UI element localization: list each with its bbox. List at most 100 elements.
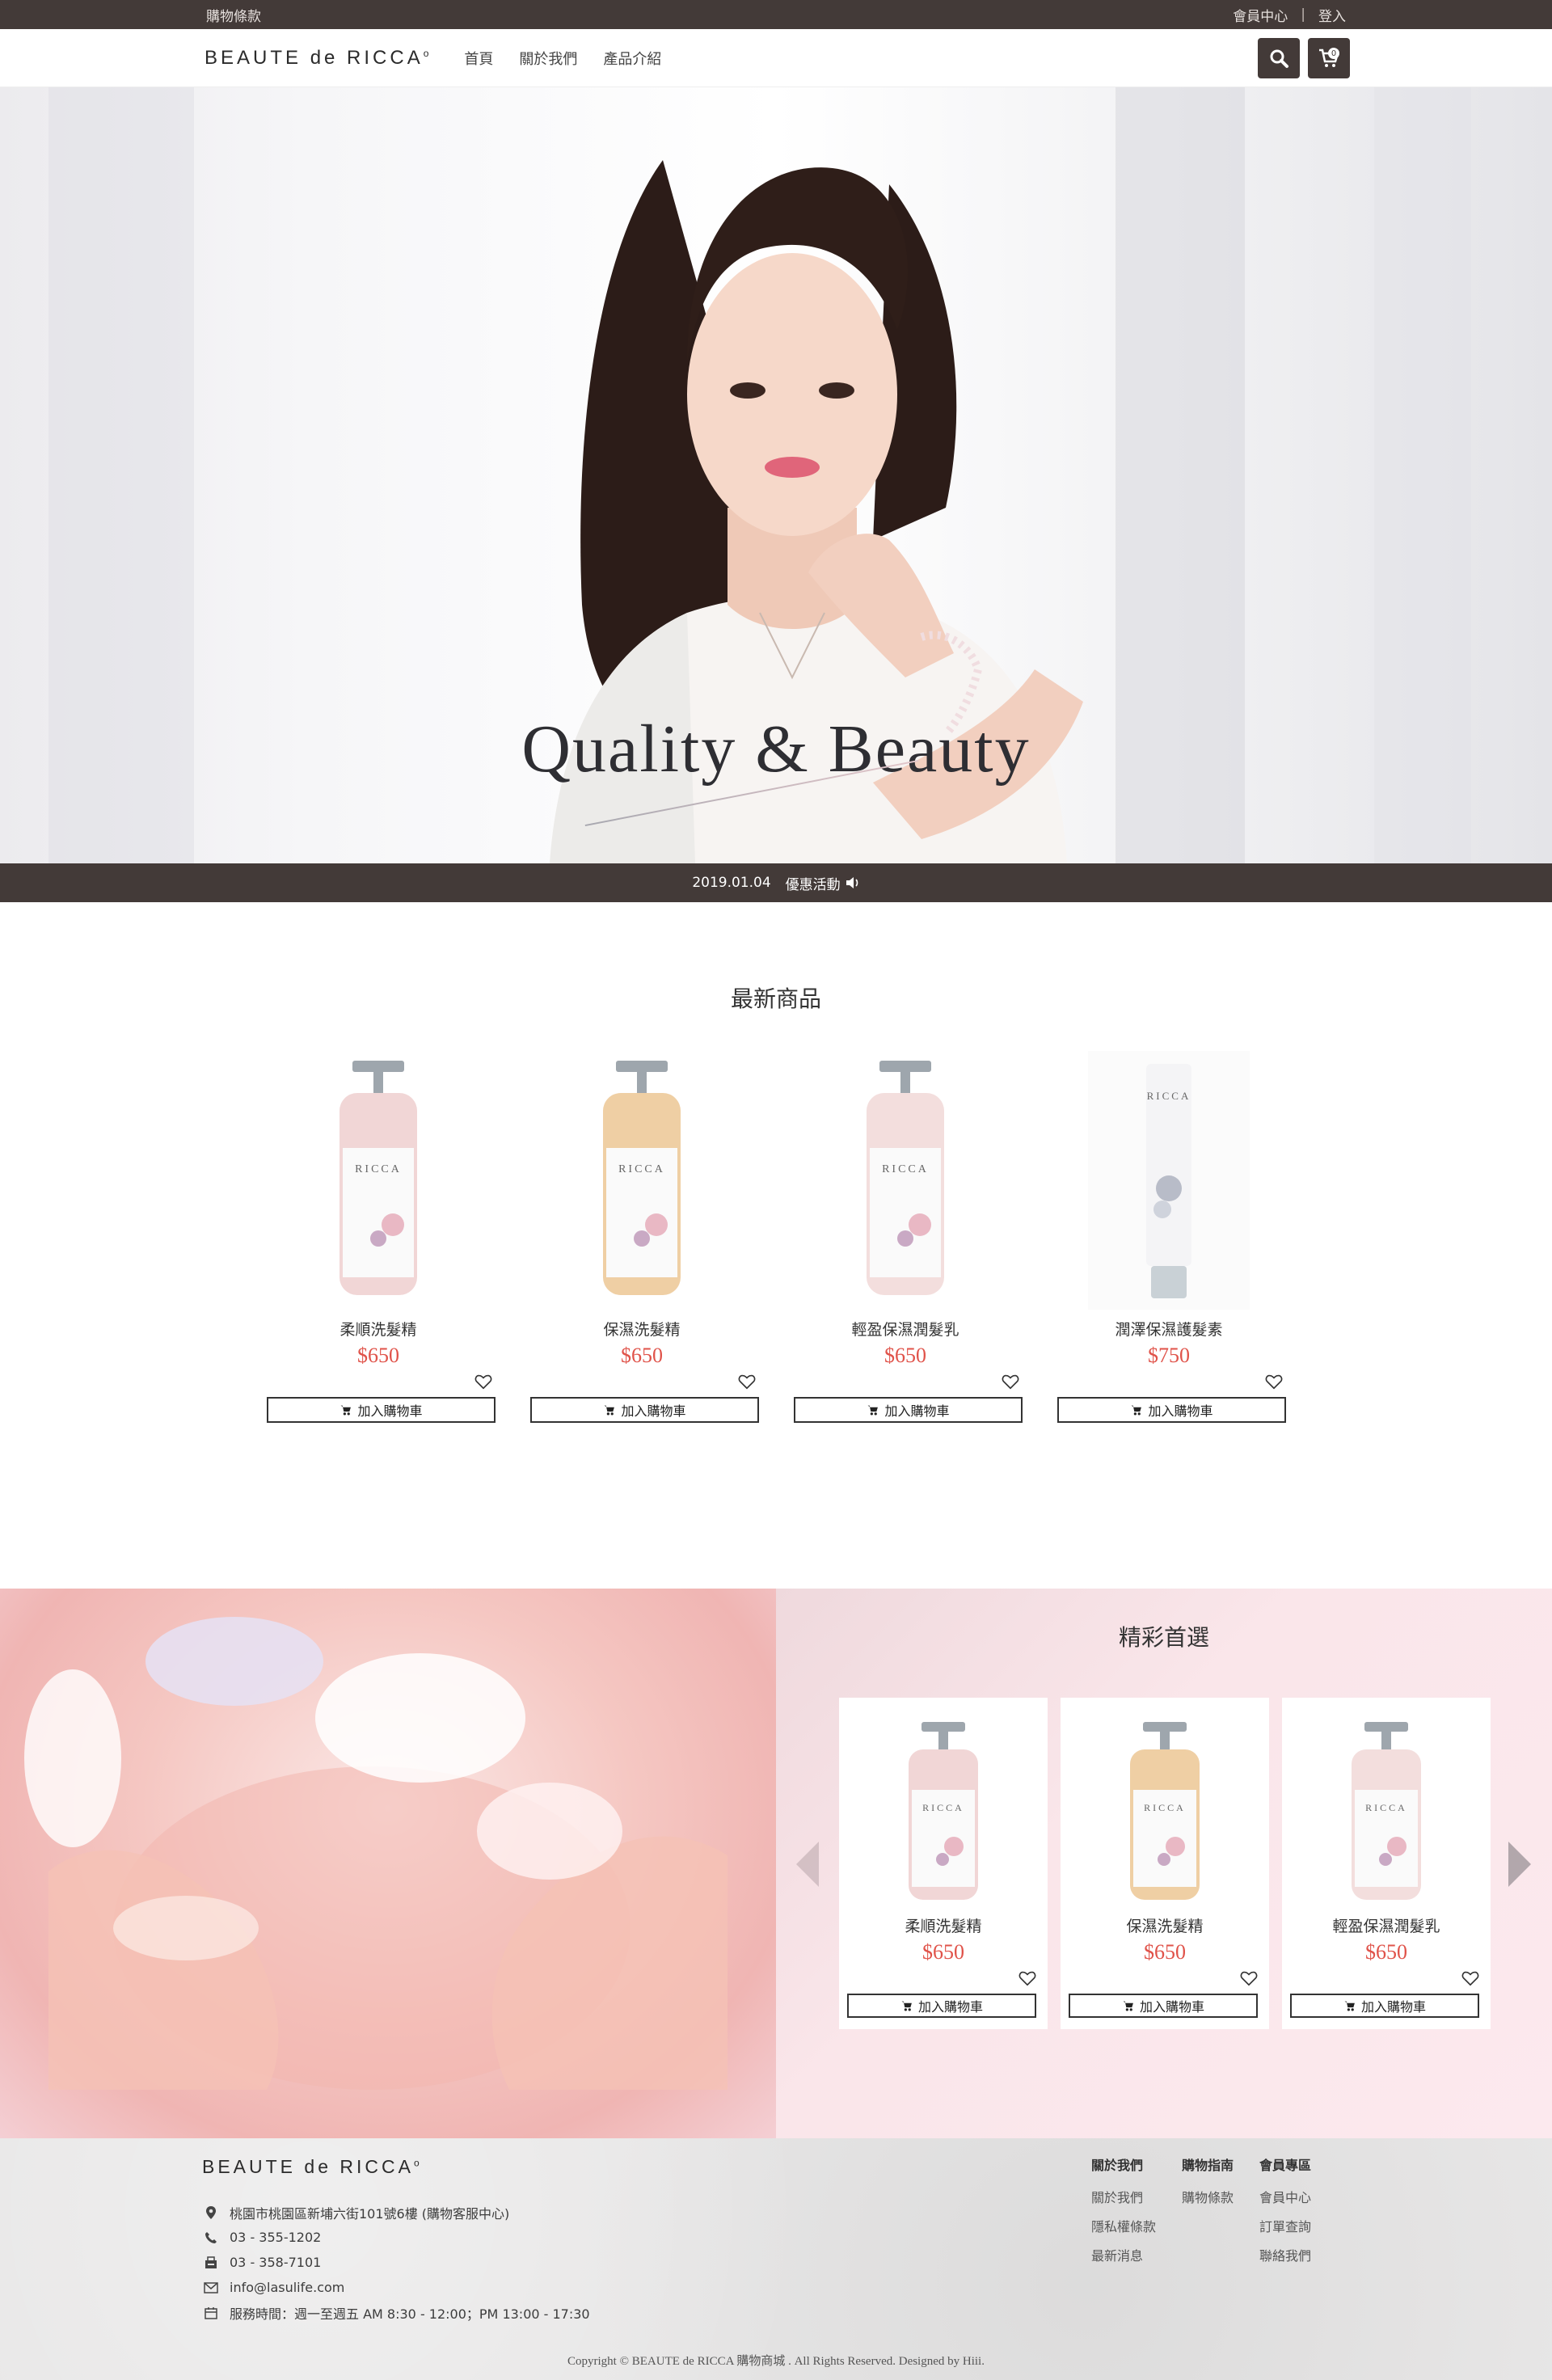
site-logo[interactable]: BEAUTE de RICCAo <box>205 47 432 70</box>
svg-text:RICCA: RICCA <box>355 1163 402 1175</box>
cart-icon <box>605 1405 615 1416</box>
newest-products-title: 最新商品 <box>730 985 821 1012</box>
contact-fax: 03 - 358-7101 <box>204 2250 590 2275</box>
hero-title: Quality & Beauty <box>521 711 1031 787</box>
top-bar: 購物條款 會員中心 | 登入 <box>0 0 1552 29</box>
phone-icon <box>204 2230 218 2245</box>
product-price: $750 <box>1148 1344 1190 1367</box>
calendar-icon <box>204 2306 218 2320</box>
news-ticker[interactable]: 2019.01.04 優惠活動 <box>0 863 1552 902</box>
featured-title: 精彩首選 <box>1118 1624 1209 1651</box>
svg-text:RICCA: RICCA <box>922 1802 964 1813</box>
member-center-link[interactable]: 會員中心 <box>1233 5 1288 25</box>
footer-link[interactable]: 訂單查詢 <box>1259 2216 1311 2235</box>
add-to-cart-button[interactable]: 加入購物車 <box>530 1397 759 1423</box>
carousel-prev-arrow[interactable] <box>796 1842 819 1887</box>
hands-petals-image <box>24 1617 728 2090</box>
contact-address: 桃園市桃園區新埔六街101號6樓 (購物客服中心) <box>204 2200 590 2225</box>
footer-link[interactable]: 會員中心 <box>1259 2187 1311 2206</box>
fax-icon <box>204 2256 218 2270</box>
svg-text:RICCA: RICCA <box>1144 1802 1186 1813</box>
footer-link[interactable]: 最新消息 <box>1091 2245 1156 2264</box>
footer-col-member: 會員專區 會員中心 訂單查詢 聯絡我們 <box>1259 2154 1311 2264</box>
footer-col-heading: 關於我們 <box>1091 2158 1144 2173</box>
add-to-cart-button[interactable]: 加入購物車 <box>1290 1994 1479 2018</box>
featured-product-card[interactable]: RICCA 保濕洗髮精 $650 加入購物車 <box>1061 1698 1269 2029</box>
product-image: RICCA <box>1130 1722 1200 1900</box>
footer-link-columns: 關於我們 關於我們 隱私權條款 最新消息 購物指南 購物條款 會員專區 會員中心… <box>1091 2154 1311 2264</box>
product-price: $650 <box>1365 1940 1407 1964</box>
heart-icon[interactable] <box>738 1373 756 1390</box>
product-name[interactable]: 保濕洗髮精 <box>1061 1914 1269 1936</box>
cart-icon <box>868 1405 879 1416</box>
cart-button[interactable]: 0 <box>1308 38 1350 78</box>
product-card[interactable]: RICCA 柔順洗髮精 $650 加入購物車 <box>263 1051 496 1431</box>
footer-link[interactable]: 關於我們 <box>1091 2187 1156 2206</box>
product-price: $650 <box>1144 1940 1186 1964</box>
add-to-cart-button[interactable]: 加入購物車 <box>794 1397 1023 1423</box>
product-name[interactable]: 柔順洗髮精 <box>839 1914 1048 1936</box>
search-icon <box>1270 49 1288 68</box>
heart-icon[interactable] <box>1461 1969 1479 1987</box>
heart-icon[interactable] <box>1018 1969 1036 1987</box>
featured-product-card[interactable]: RICCA 柔順洗髮精 $650 加入購物車 <box>839 1698 1048 2029</box>
shopping-terms-link[interactable]: 購物條款 <box>206 5 261 25</box>
product-name[interactable]: 輕盈保濕潤髮乳 <box>1282 1914 1491 1936</box>
speaker-icon <box>846 877 858 888</box>
footer-col-guide: 購物指南 購物條款 <box>1182 2154 1234 2264</box>
product-image: RICCA <box>867 1061 944 1295</box>
product-name[interactable]: 潤澤保濕護髮素 <box>1053 1318 1284 1340</box>
heart-icon[interactable] <box>1002 1373 1019 1390</box>
product-name[interactable]: 保濕洗髮精 <box>526 1318 757 1340</box>
contact-hours: 服務時間：週一至週五 AM 8:30 - 12:00；PM 13:00 - 17… <box>204 2300 590 2325</box>
svg-text:RICCA: RICCA <box>1147 1090 1191 1102</box>
svg-text:RICCA: RICCA <box>618 1163 665 1175</box>
product-price: $650 <box>922 1940 964 1964</box>
svg-text:RICCA: RICCA <box>882 1163 929 1175</box>
product-image: RICCA <box>603 1061 681 1295</box>
nav-about[interactable]: 關於我們 <box>519 48 577 69</box>
product-image: RICCA <box>1352 1722 1421 1900</box>
footer-col-heading: 會員專區 <box>1259 2158 1312 2173</box>
product-card[interactable]: RICCA 保濕洗髮精 $650 加入購物車 <box>526 1051 759 1431</box>
carousel-next-arrow[interactable] <box>1508 1842 1531 1887</box>
contact-phone: 03 - 355-1202 <box>204 2225 590 2250</box>
main-nav: 首頁 關於我們 產品介紹 <box>464 48 661 69</box>
cart-icon <box>1344 2001 1355 2011</box>
product-name[interactable]: 柔順洗髮精 <box>263 1318 494 1340</box>
news-date: 2019.01.04 <box>692 875 771 891</box>
login-link[interactable]: 登入 <box>1318 5 1346 25</box>
add-to-cart-button[interactable]: 加入購物車 <box>847 1994 1036 2018</box>
product-image: RICCA <box>909 1722 978 1900</box>
cart-count-badge: 0 <box>1328 48 1339 59</box>
heart-icon[interactable] <box>474 1373 492 1390</box>
product-price: $650 <box>357 1344 399 1367</box>
product-price: $650 <box>884 1344 926 1367</box>
news-text[interactable]: 優惠活動 <box>786 873 841 893</box>
envelope-icon <box>204 2281 218 2295</box>
product-card[interactable]: RICCA 潤澤保濕護髮素 $750 加入購物車 <box>1053 1051 1286 1431</box>
cart-icon <box>1123 2001 1133 2011</box>
add-to-cart-button[interactable]: 加入購物車 <box>267 1397 496 1423</box>
footer-link[interactable]: 聯絡我們 <box>1259 2245 1311 2264</box>
add-to-cart-button[interactable]: 加入購物車 <box>1057 1397 1286 1423</box>
footer-link[interactable]: 購物條款 <box>1182 2187 1234 2206</box>
svg-text:RICCA: RICCA <box>1365 1802 1407 1813</box>
product-price: $650 <box>621 1344 663 1367</box>
search-button[interactable] <box>1258 38 1300 78</box>
site-footer: BEAUTE de RICCAo 桃園市桃園區新埔六街101號6樓 (購物客服中… <box>0 2138 1552 2380</box>
add-to-cart-button[interactable]: 加入購物車 <box>1069 1994 1258 2018</box>
heart-icon[interactable] <box>1265 1373 1283 1390</box>
footer-link[interactable]: 隱私權條款 <box>1091 2216 1156 2235</box>
nav-products[interactable]: 產品介紹 <box>603 48 661 69</box>
nav-home[interactable]: 首頁 <box>464 48 493 69</box>
heart-icon[interactable] <box>1240 1969 1258 1987</box>
featured-product-card[interactable]: RICCA 輕盈保濕潤髮乳 $650 加入購物車 <box>1282 1698 1491 2029</box>
newest-products-grid: RICCA 柔順洗髮精 $650 加入購物車 RICCA 保濕洗髮精 $650 … <box>263 1051 1289 1431</box>
hero-banner[interactable]: Quality & Beauty <box>0 87 1552 863</box>
separator: | <box>1301 6 1305 23</box>
footer-logo[interactable]: BEAUTE de RICCAo <box>202 2156 423 2178</box>
product-name[interactable]: 輕盈保濕潤髮乳 <box>790 1318 1021 1340</box>
cart-icon <box>341 1405 352 1416</box>
product-card[interactable]: RICCA 輕盈保濕潤髮乳 $650 加入購物車 <box>790 1051 1023 1431</box>
